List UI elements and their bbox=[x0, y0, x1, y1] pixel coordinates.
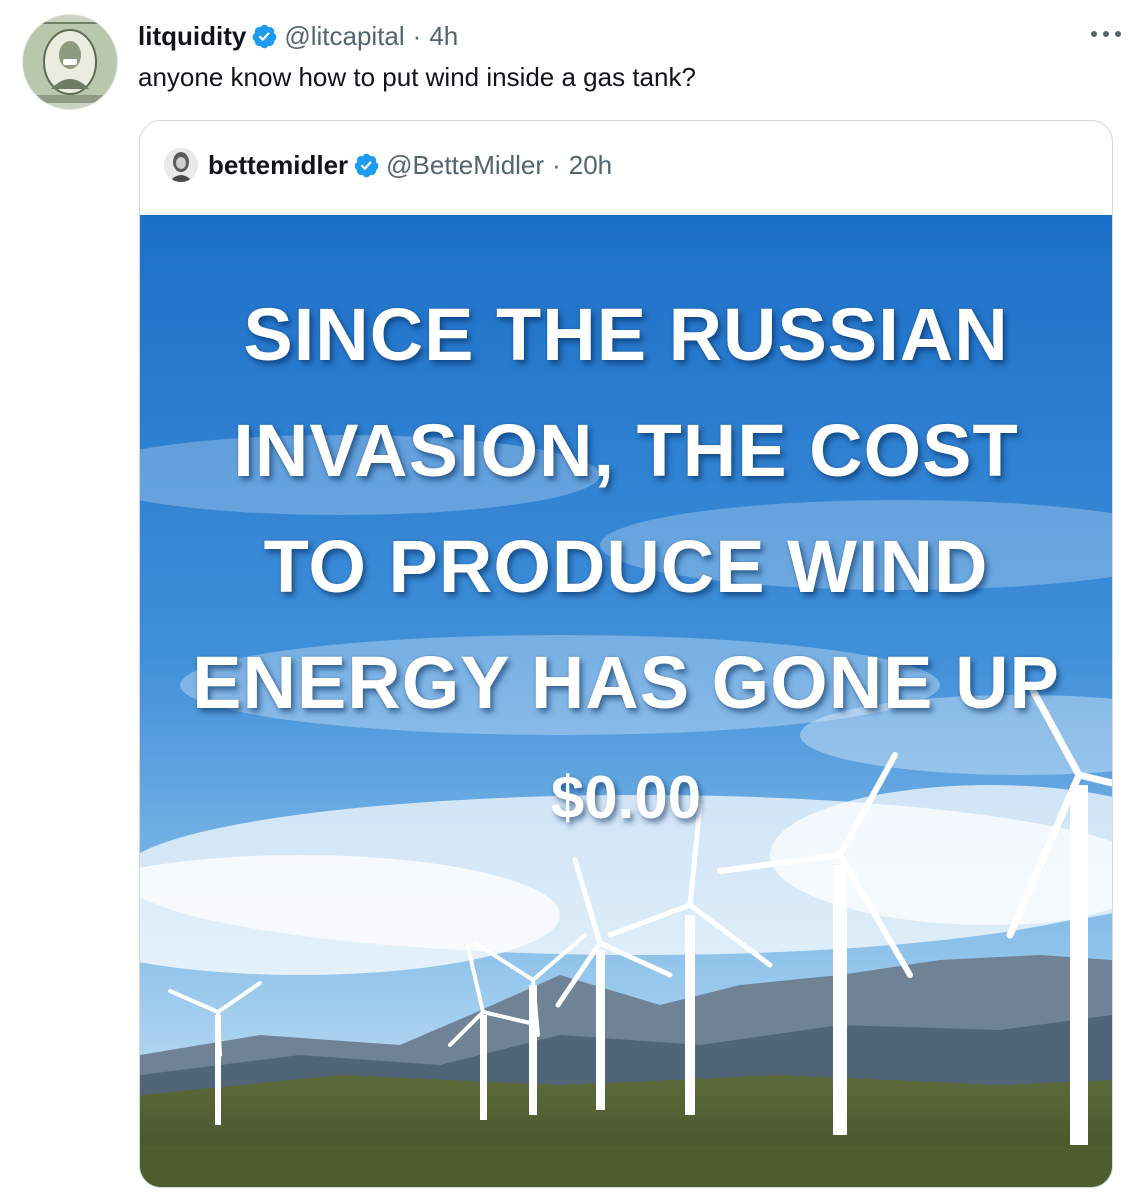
author-handle[interactable]: @litcapital bbox=[284, 21, 404, 52]
image-caption: SINCE THE RUSSIAN INVASION, THE COST TO … bbox=[140, 277, 1112, 741]
caption-line: INVASION, THE COST bbox=[233, 409, 1019, 492]
verified-badge-icon bbox=[253, 24, 277, 48]
caption-line: TO PRODUCE WIND bbox=[263, 525, 989, 608]
tweet-timestamp[interactable]: 4h bbox=[429, 21, 458, 52]
quoted-author-handle[interactable]: @BetteMidler bbox=[386, 150, 544, 181]
quoted-author-name[interactable]: bettemidler bbox=[208, 150, 348, 181]
verified-badge-icon bbox=[354, 153, 379, 177]
tweet-text: anyone know how to put wind inside a gas… bbox=[138, 62, 696, 92]
author-name[interactable]: litquidity bbox=[138, 21, 246, 52]
quoted-tweet-timestamp[interactable]: 20h bbox=[569, 150, 612, 181]
quoted-tweet-card[interactable]: bettemidler @BetteMidler · 20h SINCE THE… bbox=[139, 120, 1113, 1188]
dollar-bill-avatar-image bbox=[23, 15, 117, 109]
author-avatar[interactable] bbox=[22, 14, 118, 110]
image-price-text: $0.00 bbox=[550, 764, 702, 831]
separator-dot: · bbox=[552, 149, 561, 180]
tweet-header: litquidity @litcapital · 4h bbox=[138, 18, 458, 54]
quoted-author-avatar[interactable] bbox=[164, 148, 198, 182]
quoted-tweet-image[interactable]: SINCE THE RUSSIAN INVASION, THE COST TO … bbox=[140, 215, 1112, 1187]
caption-line: ENERGY HAS GONE UP bbox=[192, 641, 1060, 724]
caption-line: SINCE THE RUSSIAN bbox=[243, 293, 1009, 376]
ellipsis-icon[interactable] bbox=[1088, 26, 1124, 42]
separator-dot: · bbox=[412, 20, 422, 51]
portrait-avatar-image bbox=[164, 148, 198, 182]
quoted-tweet-header: bettemidler @BetteMidler · 20h bbox=[164, 147, 612, 183]
